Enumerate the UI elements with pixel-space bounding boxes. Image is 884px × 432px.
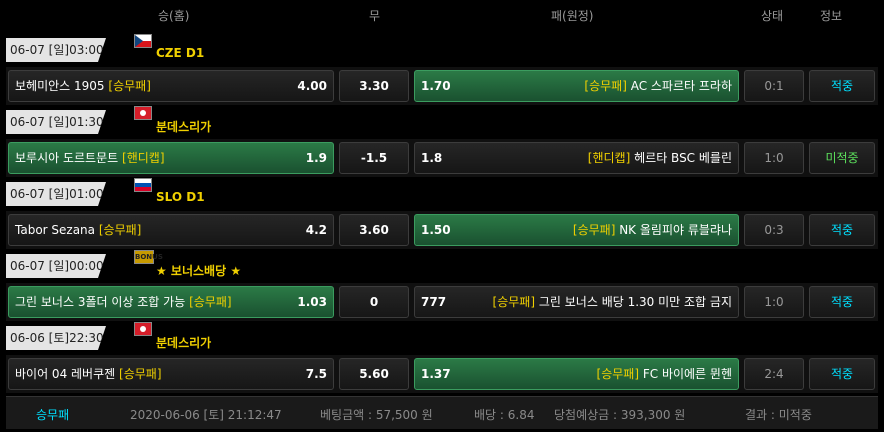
- header-draw: 무: [369, 9, 381, 23]
- header-home: 승(홈): [158, 9, 190, 23]
- market-label: [승무패]: [189, 295, 232, 309]
- away-bet-option[interactable]: 1.37 [승무패] FC 바이에른 뮌헨: [414, 358, 739, 390]
- home-odd: 1.9: [305, 151, 327, 165]
- germany-flag-icon: [134, 106, 152, 120]
- market-label: [승무패]: [119, 367, 162, 381]
- bet-type: 승무패: [36, 408, 70, 422]
- match-datetime: 06-07 [일]00:00: [6, 254, 106, 278]
- league-header: 06-07 [일]01:30 분데스리가: [6, 106, 878, 136]
- match-row: 그린 보너스 3폴더 이상 조합 가능 [승무패] 1.03 0 777 [승무…: [6, 283, 878, 321]
- match-score: 1:0: [744, 142, 804, 174]
- league-name: 분데스리가: [156, 120, 212, 134]
- market-label: [승무패]: [596, 367, 640, 381]
- away-odd: 1.37: [421, 367, 451, 381]
- handicap-value[interactable]: -1.5: [339, 142, 409, 174]
- result-button[interactable]: 적중: [809, 70, 875, 102]
- league-name: ★ 보너스배당 ★: [156, 264, 242, 278]
- home-bet-option[interactable]: 보루시아 도르트문트 [핸디캡] 1.9: [8, 142, 334, 174]
- market-label: [승무패]: [98, 223, 142, 237]
- czech-flag-icon: [134, 34, 152, 48]
- result-button[interactable]: 적중: [809, 286, 875, 318]
- league-name: CZE D1: [156, 46, 205, 60]
- match-datetime: 06-07 [일]01:00: [6, 182, 106, 206]
- away-odd: 1.50: [421, 223, 451, 237]
- away-team: 헤르타 BSC 베를린: [634, 151, 732, 165]
- league-header: 06-07 [일]03:00 CZE D1: [6, 34, 878, 64]
- away-team: 그린 보너스 배당 1.30 미만 조합 금지: [538, 295, 732, 309]
- bet-time: 2020-06-06 [토] 21:12:47: [130, 408, 282, 422]
- bet-amount: 베팅금액 : 57,500 원: [320, 408, 433, 422]
- draw-bet-option[interactable]: 3.60: [339, 214, 409, 246]
- league-header: 06-07 [일]00:00 BONUS ★ 보너스배당 ★: [6, 250, 878, 280]
- away-odd: 1.70: [421, 79, 451, 93]
- home-odd: 7.5: [305, 367, 327, 381]
- away-bet-option[interactable]: 1.70 [승무패] AC 스파르타 프라하: [414, 70, 739, 102]
- market-label: [승무패]: [108, 79, 151, 93]
- league-header: 06-06 [토]22:30 분데스리가: [6, 322, 878, 352]
- header-info: 정보: [820, 9, 843, 23]
- away-odd: 1.8: [421, 151, 443, 165]
- header-away: 패(원정): [551, 9, 594, 23]
- home-bet-option[interactable]: 보헤미안스 1905 [승무패] 4.00: [8, 70, 334, 102]
- result-button[interactable]: 적중: [809, 358, 875, 390]
- away-team: AC 스파르타 프라하: [630, 79, 732, 93]
- match-score: 2:4: [744, 358, 804, 390]
- home-odd: 1.03: [297, 295, 327, 309]
- away-team: NK 올림피야 류블랴나: [619, 223, 732, 237]
- match-datetime: 06-06 [토]22:30: [6, 326, 106, 350]
- match-score: 0:1: [744, 70, 804, 102]
- away-bet-option[interactable]: 1.50 [승무패] NK 올림피야 류블랴나: [414, 214, 739, 246]
- header-status: 상태: [761, 9, 784, 23]
- home-team: 바이어 04 레버쿠젠: [15, 367, 116, 381]
- result-button[interactable]: 미적중: [809, 142, 875, 174]
- total-odds: 배당 : 6.84: [474, 408, 535, 422]
- league-header: 06-07 [일]01:00 SLO D1: [6, 178, 878, 208]
- home-team: 보루시아 도르트문트: [15, 151, 119, 165]
- match-datetime: 06-07 [일]01:30: [6, 110, 106, 134]
- market-label: [승무패]: [584, 79, 627, 93]
- slovenia-flag-icon: [134, 178, 152, 192]
- match-datetime: 06-07 [일]03:00: [6, 38, 106, 62]
- market-label: [승무패]: [572, 223, 616, 237]
- expected-payout: 당첨예상금 : 393,300 원: [554, 408, 686, 422]
- match-row: 보루시아 도르트문트 [핸디캡] 1.9 -1.5 1.8 [핸디캡] 헤르타 …: [6, 139, 878, 177]
- germany-flag-icon: [134, 322, 152, 336]
- match-row: Tabor Sezana [승무패] 4.2 3.60 1.50 [승무패] N…: [6, 211, 878, 249]
- home-bet-option[interactable]: 그린 보너스 3폴더 이상 조합 가능 [승무패] 1.03: [8, 286, 334, 318]
- home-bet-option[interactable]: 바이어 04 레버쿠젠 [승무패] 7.5: [8, 358, 334, 390]
- draw-bet-option[interactable]: 0: [339, 286, 409, 318]
- market-label: [승무패]: [492, 295, 536, 309]
- bet-summary: 승무패 2020-06-06 [토] 21:12:47 베팅금액 : 57,50…: [6, 396, 878, 429]
- match-row: 보헤미안스 1905 [승무패] 4.00 3.30 1.70 [승무패] AC…: [6, 67, 878, 105]
- match-score: 1:0: [744, 286, 804, 318]
- draw-bet-option[interactable]: 5.60: [339, 358, 409, 390]
- home-team: Tabor Sezana: [15, 223, 96, 237]
- bet-result: 결과 : 미적중: [745, 408, 812, 422]
- away-team: FC 바이에른 뮌헨: [642, 367, 732, 381]
- match-row: 바이어 04 레버쿠젠 [승무패] 7.5 5.60 1.37 [승무패] FC…: [6, 355, 878, 393]
- market-label: [핸디캡]: [122, 151, 165, 165]
- league-name: SLO D1: [156, 190, 205, 204]
- market-label: [핸디캡]: [587, 151, 631, 165]
- bonus-icon: BONUS: [134, 250, 163, 264]
- table-header: 승(홈) 무 패(원정) 상태 정보: [0, 0, 884, 28]
- away-bet-option[interactable]: 777 [승무패] 그린 보너스 배당 1.30 미만 조합 금지: [414, 286, 739, 318]
- home-odd: 4.00: [297, 79, 327, 93]
- home-team: 그린 보너스 3폴더 이상 조합 가능: [15, 295, 186, 309]
- draw-bet-option[interactable]: 3.30: [339, 70, 409, 102]
- away-bet-option[interactable]: 1.8 [핸디캡] 헤르타 BSC 베를린: [414, 142, 739, 174]
- result-button[interactable]: 적중: [809, 214, 875, 246]
- league-name: 분데스리가: [156, 336, 212, 350]
- home-odd: 4.2: [305, 223, 327, 237]
- away-odd: 777: [421, 295, 447, 309]
- home-team: 보헤미안스 1905: [15, 79, 105, 93]
- match-score: 0:3: [744, 214, 804, 246]
- home-bet-option[interactable]: Tabor Sezana [승무패] 4.2: [8, 214, 334, 246]
